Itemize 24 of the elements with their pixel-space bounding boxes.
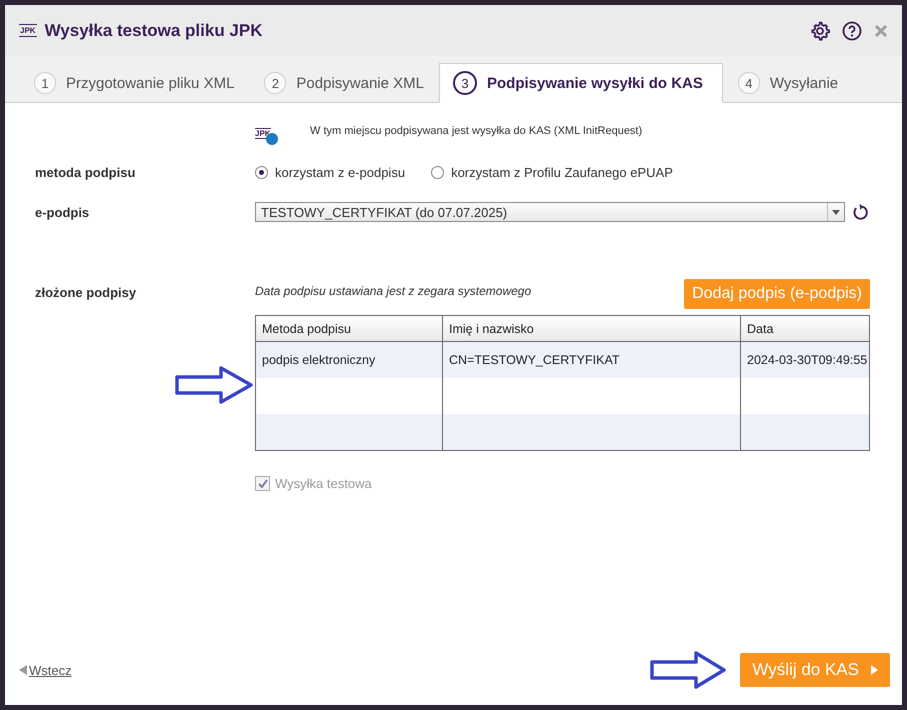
radio-option[interactable]: korzystam z Profilu Zaufanego ePUAP [431, 165, 673, 180]
checkmark-icon [256, 478, 268, 490]
refresh-icon[interactable] [851, 202, 870, 222]
hint-text: Data podpisu ustawiana jest z zegara systemowego [255, 284, 532, 298]
certificate-dropdown[interactable]: TESTOWY_CERTYFIKAT (do 07.07.2025) [255, 202, 845, 222]
field-label: e-podpis [35, 204, 90, 220]
step-tab[interactable]: 3 Podpisywanie wysyłki do KAS [439, 63, 723, 103]
step-tab[interactable]: 1 Przygotowanie pliku XML [19, 63, 250, 103]
caret-icon [832, 210, 840, 214]
back-link[interactable]: Wstecz [19, 662, 72, 678]
step-tab[interactable]: 2 Podpisywanie XML [249, 63, 439, 103]
table-cell: 2024-03-30T09:49:55 [740, 342, 869, 378]
table-cell: CN=TESTOWY_CERTYFIKAT [442, 342, 740, 378]
column-header: Data [740, 316, 869, 342]
radio-option[interactable]: korzystam z e-podpisu [255, 165, 406, 180]
table-cell: podpis elektroniczny [256, 342, 442, 378]
info-text: W tym miejscu podpisywana jest wysyłka do KAS (XML InitRequest) [310, 125, 642, 137]
field-label: złożone podpisy [35, 285, 138, 300]
window-title: Wysyłka testowa pliku JPK [44, 20, 262, 40]
help-icon[interactable] [842, 20, 862, 40]
field-label: metoda podpisu [35, 165, 136, 180]
column-header: Imię i nazwisko [442, 316, 740, 342]
step-tab[interactable]: 4 Wysyłanie [722, 63, 854, 103]
settings-icon[interactable] [810, 20, 830, 40]
